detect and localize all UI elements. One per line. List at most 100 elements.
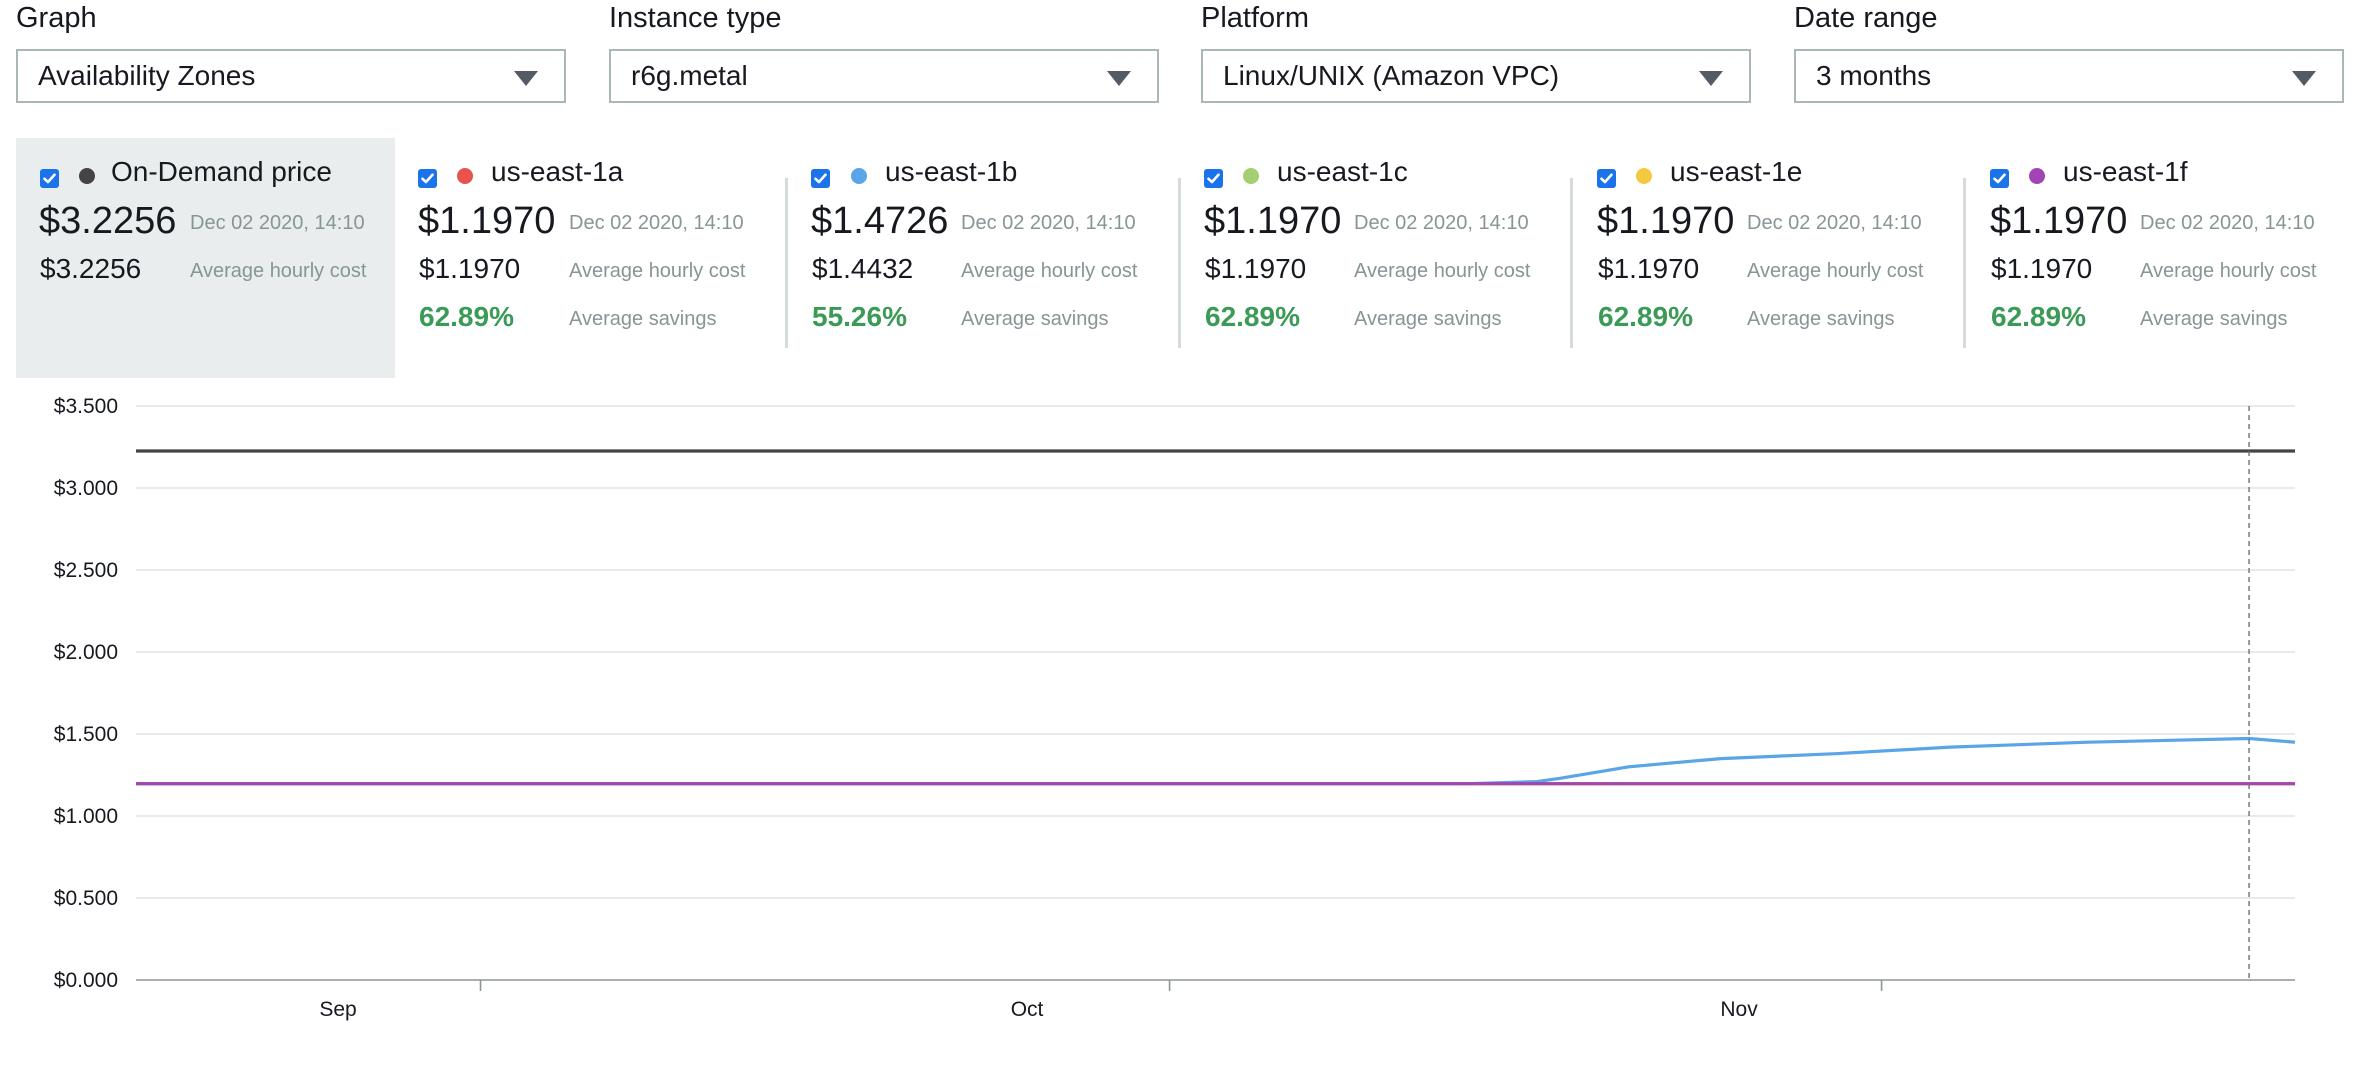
platform-select[interactable]: Linux/UNIX (Amazon VPC) <box>1201 49 1751 103</box>
series-card-us-east-1c[interactable]: us-east-1c $1.1970 Dec 02 2020, 14:10 $1… <box>1178 138 1570 378</box>
platform-filter: Platform Linux/UNIX (Amazon VPC) <box>1201 0 1755 103</box>
date-range-filter-label: Date range <box>1794 2 1938 34</box>
series-name: us-east-1c <box>1277 156 1408 187</box>
series-name: us-east-1b <box>885 156 1018 187</box>
series-checkbox[interactable] <box>418 169 437 188</box>
average-price: $1.1970 <box>1598 253 1700 284</box>
average-price: $1.1970 <box>419 253 521 284</box>
average-price-label: Average hourly cost <box>190 260 367 282</box>
average-price-label: Average hourly cost <box>569 260 746 282</box>
series-color-dot <box>1636 168 1652 184</box>
graph-select-value: Availability Zones <box>38 60 256 91</box>
current-price: $1.4726 <box>811 200 949 242</box>
average-price-label: Average hourly cost <box>961 260 1138 282</box>
series-card-on-demand[interactable]: On-Demand price $3.2256 Dec 02 2020, 14:… <box>16 138 395 378</box>
series-checkbox[interactable] <box>1990 169 2009 188</box>
chevron-down-icon <box>1107 71 1131 86</box>
card-divider <box>1570 178 1573 348</box>
series-card-us-east-1f[interactable]: us-east-1f $1.1970 Dec 02 2020, 14:10 $1… <box>1963 138 2362 378</box>
series-card-us-east-1e[interactable]: us-east-1e $1.1970 Dec 02 2020, 14:10 $1… <box>1570 138 1963 378</box>
average-savings-label: Average savings <box>2140 308 2288 330</box>
y-tick-label: $1.000 <box>54 805 118 828</box>
checkmark-icon <box>43 173 56 184</box>
card-divider <box>1178 178 1181 348</box>
spot-price-chart[interactable]: $0.000 $0.500 $1.000 $1.500 $2.000 $2.500 $3.0… <box>0 380 2362 1040</box>
instance-type-select[interactable]: r6g.metal <box>609 49 1159 103</box>
platform-filter-label: Platform <box>1201 2 1309 34</box>
series-checkbox[interactable] <box>40 169 59 188</box>
y-tick-label: $3.000 <box>54 477 118 500</box>
checkmark-icon <box>421 173 434 184</box>
current-price: $3.2256 <box>39 200 177 242</box>
checkmark-icon <box>814 173 827 184</box>
series-color-dot <box>1243 168 1259 184</box>
series-name: us-east-1a <box>491 156 624 187</box>
current-price: $1.1970 <box>418 200 556 242</box>
average-savings: 62.89% <box>1598 301 1693 332</box>
series-checkbox[interactable] <box>1204 169 1223 188</box>
x-tick-label: Sep <box>319 998 356 1021</box>
series-checkbox[interactable] <box>811 169 830 188</box>
average-price: $1.1970 <box>1991 253 2093 284</box>
checkmark-icon <box>1207 173 1220 184</box>
average-price: $3.2256 <box>40 253 142 284</box>
series-color-dot <box>2029 168 2045 184</box>
current-price: $1.1970 <box>1597 200 1735 242</box>
average-savings-label: Average savings <box>1747 308 1895 330</box>
checkmark-icon <box>1600 173 1613 184</box>
y-tick-label: $1.500 <box>54 723 118 746</box>
series-color-dot <box>851 168 867 184</box>
series-line-us-east-1b <box>136 736 2296 786</box>
price-timestamp: Dec 02 2020, 14:10 <box>961 212 1136 234</box>
checkmark-icon <box>1993 173 2006 184</box>
price-timestamp: Dec 02 2020, 14:10 <box>190 212 365 234</box>
series-color-dot <box>79 168 95 184</box>
series-card-us-east-1a[interactable]: us-east-1a $1.1970 Dec 02 2020, 14:10 $1… <box>395 138 785 378</box>
average-savings: 62.89% <box>1991 301 2086 332</box>
current-price: $1.1970 <box>1204 200 1342 242</box>
average-price-label: Average hourly cost <box>2140 260 2317 282</box>
series-color-dot <box>457 168 473 184</box>
price-timestamp: Dec 02 2020, 14:10 <box>1354 212 1529 234</box>
card-divider <box>1963 178 1966 348</box>
average-savings-label: Average savings <box>569 308 717 330</box>
instance-type-filter: Instance type r6g.metal <box>609 0 1163 103</box>
chevron-down-icon <box>1699 71 1723 86</box>
y-tick-label: $2.500 <box>54 559 118 582</box>
y-tick-label: $3.500 <box>54 395 118 418</box>
y-tick-label: $2.000 <box>54 641 118 664</box>
x-tick-label: Oct <box>1011 998 1044 1021</box>
average-savings-label: Average savings <box>961 308 1109 330</box>
card-divider <box>785 178 788 348</box>
average-price-label: Average hourly cost <box>1747 260 1924 282</box>
y-tick-label: $0.500 <box>54 887 118 910</box>
chevron-down-icon <box>514 71 538 86</box>
graph-select[interactable]: Availability Zones <box>16 49 566 103</box>
average-savings: 62.89% <box>419 301 514 332</box>
price-timestamp: Dec 02 2020, 14:10 <box>2140 212 2315 234</box>
date-range-select-value: 3 months <box>1816 60 1932 91</box>
average-savings: 55.26% <box>812 301 907 332</box>
average-price: $1.1970 <box>1205 253 1307 284</box>
average-savings-label: Average savings <box>1354 308 1502 330</box>
chevron-down-icon <box>2292 71 2316 86</box>
y-tick-label: $0.000 <box>54 969 118 992</box>
average-price: $1.4432 <box>812 253 914 284</box>
series-name: On-Demand price <box>111 156 332 187</box>
current-price: $1.1970 <box>1990 200 2128 242</box>
series-card-us-east-1b[interactable]: us-east-1b $1.4726 Dec 02 2020, 14:10 $1… <box>785 138 1178 378</box>
price-timestamp: Dec 02 2020, 14:10 <box>1747 212 1922 234</box>
platform-select-value: Linux/UNIX (Amazon VPC) <box>1223 60 1560 91</box>
average-savings: 62.89% <box>1205 301 1300 332</box>
date-range-filter: Date range 3 months <box>1794 0 2348 103</box>
price-timestamp: Dec 02 2020, 14:10 <box>569 212 744 234</box>
date-range-select[interactable]: 3 months <box>1794 49 2344 103</box>
graph-filter-label: Graph <box>16 2 97 34</box>
series-name: us-east-1e <box>1670 156 1803 187</box>
series-name: us-east-1f <box>2063 156 2188 187</box>
instance-type-select-value: r6g.metal <box>631 60 748 91</box>
instance-type-filter-label: Instance type <box>609 2 782 34</box>
x-tick-label: Nov <box>1720 998 1758 1021</box>
series-checkbox[interactable] <box>1597 169 1616 188</box>
average-price-label: Average hourly cost <box>1354 260 1531 282</box>
